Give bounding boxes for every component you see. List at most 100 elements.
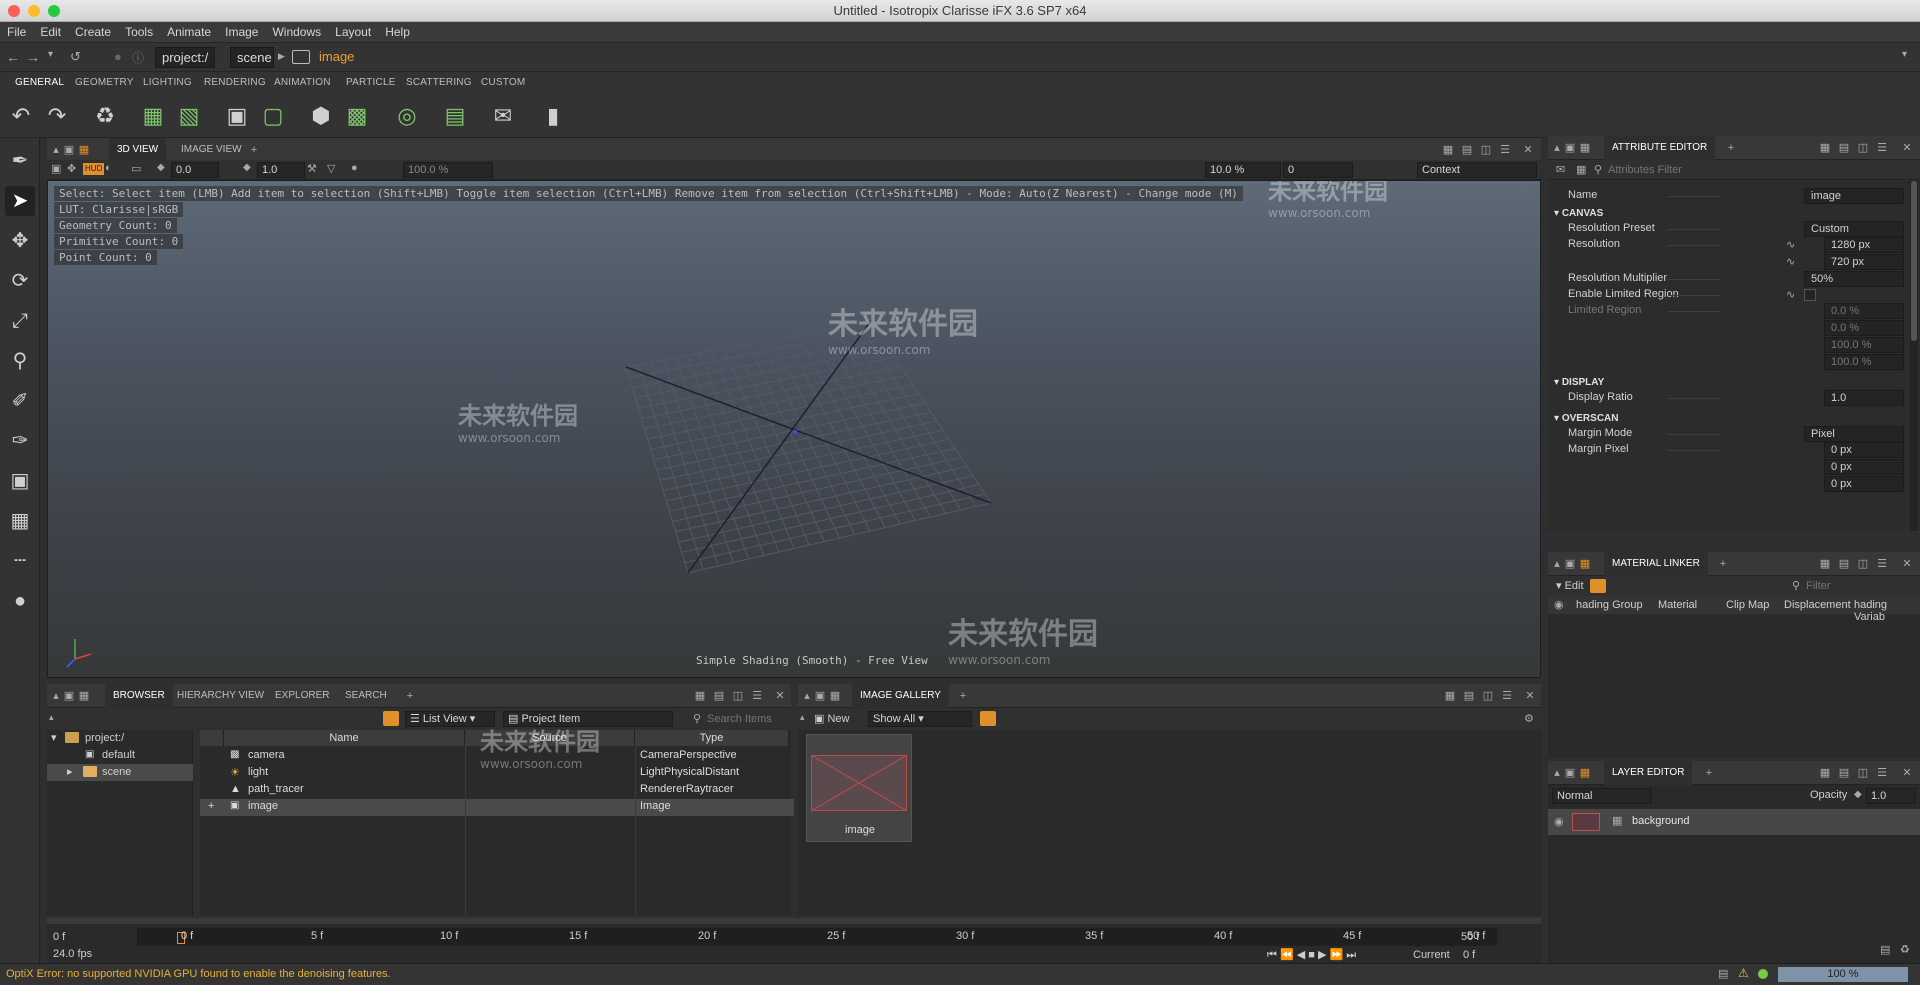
panel-menu-icon[interactable]: ☰ bbox=[1875, 766, 1889, 780]
table-row[interactable]: ☀ light LightPhysicalDistant bbox=[200, 765, 794, 782]
up-arrow-icon[interactable]: ▴ bbox=[800, 712, 805, 723]
visibility-icon[interactable]: ◉ bbox=[1554, 815, 1564, 828]
tab-animation[interactable]: ANIMATION bbox=[274, 77, 331, 88]
name-field[interactable]: image bbox=[1804, 188, 1904, 204]
forward-icon[interactable]: → bbox=[26, 49, 40, 65]
column-type[interactable]: Type bbox=[635, 730, 789, 746]
up-arrow-icon[interactable]: ▴ bbox=[49, 712, 54, 723]
panel-options-icon[interactable]: ▦ bbox=[1578, 557, 1592, 571]
menu-help[interactable]: Help bbox=[378, 22, 417, 43]
section-overscan[interactable]: ▾ OVERSCAN bbox=[1554, 413, 1619, 424]
menu-layout[interactable]: Layout bbox=[328, 22, 378, 43]
panel-options-icon[interactable]: ▦ bbox=[77, 689, 91, 703]
table-row[interactable]: ▲ path_tracer RendererRaytracer bbox=[200, 782, 794, 799]
menu-image[interactable]: Image bbox=[218, 22, 265, 43]
address-dropdown-icon[interactable]: ▾ bbox=[1902, 49, 1907, 60]
hud-icon[interactable]: HUD bbox=[83, 163, 105, 175]
layer-row[interactable]: ◉ ▦ background bbox=[1548, 809, 1920, 835]
resolution-width-field[interactable]: 1280 px bbox=[1824, 237, 1904, 253]
margin-pixel-1[interactable]: 0 px bbox=[1824, 442, 1904, 458]
tab-attribute-editor[interactable]: ATTRIBUTE EDITOR bbox=[1604, 136, 1716, 160]
add-tab-icon[interactable]: + bbox=[1716, 557, 1730, 571]
split-vertical-icon[interactable]: ◫ bbox=[1479, 143, 1493, 157]
split-horizontal-icon[interactable]: ▤ bbox=[1462, 689, 1476, 703]
gamma-field[interactable]: 1.0 bbox=[257, 162, 305, 178]
menu-file[interactable]: File bbox=[0, 22, 33, 43]
measure-tool-icon[interactable]: ┄ bbox=[5, 546, 35, 576]
attributes-filter-input[interactable] bbox=[1608, 162, 1908, 178]
info-icon[interactable]: ⓘ bbox=[132, 49, 144, 66]
column-source[interactable]: Source bbox=[465, 730, 635, 746]
table-row[interactable]: + ▣ image Image bbox=[200, 799, 794, 816]
comment-icon[interactable]: ✉ bbox=[1556, 163, 1565, 176]
add-tab-icon[interactable]: + bbox=[1702, 766, 1716, 780]
import-geometry-icon[interactable]: ⬢ bbox=[306, 101, 336, 131]
stop-icon[interactable]: ● bbox=[114, 49, 122, 64]
add-tab-icon[interactable]: + bbox=[403, 689, 417, 703]
tab-custom[interactable]: CUSTOM bbox=[481, 77, 525, 88]
resolution-height-field[interactable]: 720 px bbox=[1824, 254, 1904, 270]
close-panel-icon[interactable]: ✕ bbox=[1521, 143, 1535, 157]
paint-tool-icon[interactable]: ✐ bbox=[5, 386, 35, 416]
tab-material-linker[interactable]: MATERIAL LINKER bbox=[1604, 552, 1708, 576]
breadcrumb-project[interactable]: project:/ bbox=[155, 47, 215, 68]
section-display[interactable]: ▾ DISPLAY bbox=[1554, 377, 1604, 388]
panel-options-icon[interactable]: ▦ bbox=[828, 689, 842, 703]
tab-particle[interactable]: PARTICLE bbox=[346, 77, 396, 88]
menu-windows[interactable]: Windows bbox=[265, 22, 328, 43]
column-displacement[interactable]: Displacement bbox=[1784, 599, 1851, 611]
project-item-dropdown[interactable]: ▤ Project Item bbox=[503, 711, 673, 727]
split-panel-icon[interactable]: ▦ bbox=[1818, 141, 1832, 155]
go-start-icon[interactable]: ⏮ bbox=[1267, 949, 1277, 961]
tree-item-scene[interactable]: ▸ scene bbox=[47, 764, 193, 781]
edit-menu[interactable]: ▾ Edit bbox=[1556, 579, 1584, 592]
tree-item-project[interactable]: ▾ project:/ bbox=[47, 730, 193, 747]
start-frame-field[interactable]: 0 f bbox=[53, 931, 65, 943]
eyedropper-icon[interactable]: ✒ bbox=[5, 146, 35, 176]
margin-pixel-2[interactable]: 0 px bbox=[1824, 459, 1904, 475]
expand-icon[interactable]: + bbox=[208, 800, 214, 812]
close-panel-icon[interactable]: ✕ bbox=[1523, 689, 1537, 703]
play-icon[interactable]: ▶ bbox=[1318, 949, 1326, 961]
tab-rendering[interactable]: RENDERING bbox=[204, 77, 266, 88]
panel-options-icon[interactable]: ▦ bbox=[1578, 141, 1592, 155]
pin-icon[interactable]: ▴ bbox=[800, 689, 814, 703]
display-ratio-field[interactable]: 1.0 bbox=[1824, 390, 1904, 406]
resolution-preset-dropdown[interactable]: Custom bbox=[1804, 221, 1904, 237]
split-horizontal-icon[interactable]: ▤ bbox=[1837, 141, 1851, 155]
tab-hierarchy-view[interactable]: HIERARCHY VIEW bbox=[169, 684, 272, 708]
new-image-button[interactable]: ▣ New bbox=[814, 712, 849, 725]
close-panel-icon[interactable]: ✕ bbox=[773, 689, 787, 703]
ungroup-icon[interactable]: ▧ bbox=[174, 101, 204, 131]
split-horizontal-icon[interactable]: ▤ bbox=[1837, 557, 1851, 571]
fps-field[interactable]: 24.0 fps bbox=[53, 948, 92, 960]
minimize-window-button[interactable] bbox=[28, 5, 40, 17]
menu-animate[interactable]: Animate bbox=[160, 22, 218, 43]
split-panel-icon[interactable]: ▦ bbox=[1441, 143, 1455, 157]
tab-general[interactable]: GENERAL bbox=[15, 77, 64, 88]
maximize-window-button[interactable] bbox=[48, 5, 60, 17]
limited-region-y[interactable]: 0.0 % bbox=[1824, 320, 1904, 336]
gallery-options-icon[interactable] bbox=[980, 711, 996, 726]
history-dropdown-icon[interactable]: ▾ bbox=[48, 49, 53, 60]
animate-curve-icon[interactable]: ∿ bbox=[1786, 238, 1795, 251]
opacity-field[interactable]: 1.0 bbox=[1866, 788, 1916, 804]
stamp-tool-icon[interactable]: ⚲ bbox=[5, 346, 35, 376]
tools-icon[interactable]: ⚒ bbox=[307, 162, 317, 175]
exposure-field[interactable]: 0.0 bbox=[171, 162, 219, 178]
3d-viewport[interactable]: Select: Select item (LMB) Add item to se… bbox=[47, 180, 1541, 678]
pin-icon[interactable]: ▴ bbox=[1550, 766, 1564, 780]
split-vertical-icon[interactable]: ◫ bbox=[731, 689, 745, 703]
split-panel-icon[interactable]: ▦ bbox=[693, 689, 707, 703]
display-mode-icon[interactable]: ◐ bbox=[105, 162, 112, 174]
panel-lock-icon[interactable]: ▣ bbox=[813, 689, 827, 703]
back-icon[interactable]: ← bbox=[6, 49, 20, 65]
split-vertical-icon[interactable]: ◫ bbox=[1481, 689, 1495, 703]
animate-curve-icon[interactable]: ∿ bbox=[1786, 288, 1795, 301]
monitor-icon[interactable]: ▭ bbox=[131, 162, 141, 175]
import-folder-icon[interactable]: ▤ bbox=[440, 101, 470, 131]
transform-tool-icon[interactable]: ▦ bbox=[5, 506, 35, 536]
pin-icon[interactable]: ▴ bbox=[1550, 141, 1564, 155]
tab-search[interactable]: SEARCH bbox=[337, 684, 395, 708]
pin-icon[interactable]: ▴ bbox=[1550, 557, 1564, 571]
